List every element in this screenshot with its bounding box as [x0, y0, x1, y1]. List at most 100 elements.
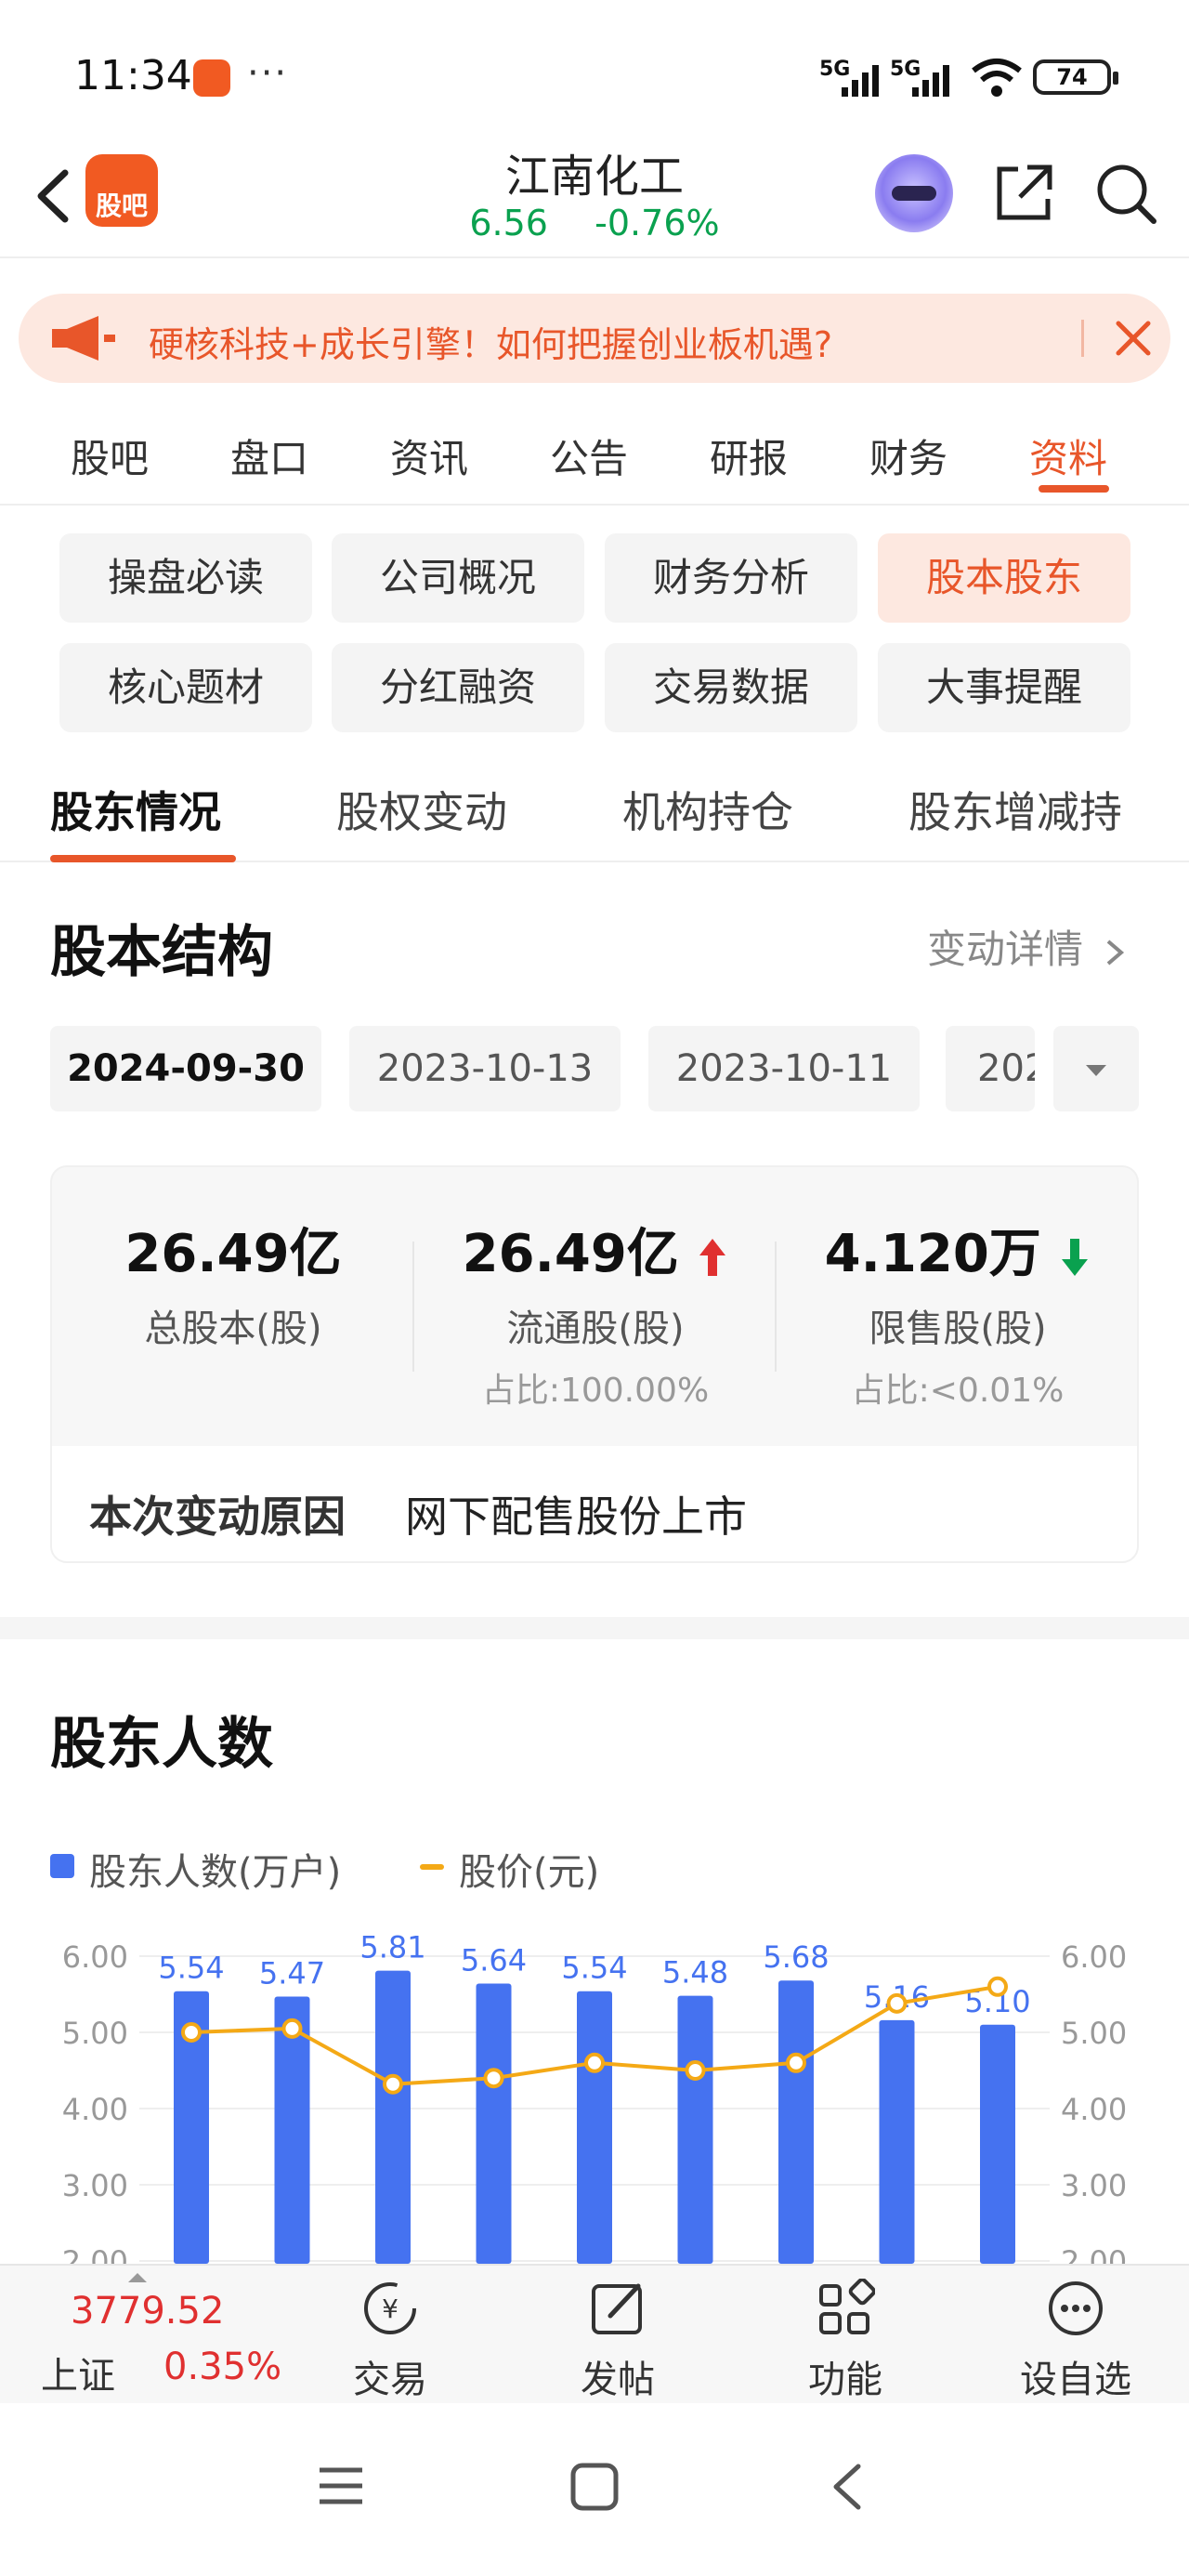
stat-total-label: 总股本(股): [144, 1308, 322, 1350]
banner-divider: [1081, 320, 1084, 357]
tab-finance[interactable]: 财务: [869, 427, 947, 484]
stock-name: 江南化工: [504, 151, 684, 203]
menu-chip-financial-analysis[interactable]: 财务分析: [605, 533, 857, 623]
subtab-institutions[interactable]: 机构持仓: [622, 779, 793, 840]
ai-assistant-avatar[interactable]: [875, 154, 953, 232]
apps-grid-icon: [819, 2279, 875, 2334]
y-tick-left: 4.00: [62, 2092, 128, 2127]
y-tick-left: 5.00: [62, 2016, 128, 2051]
search-icon[interactable]: [1092, 160, 1159, 227]
stock-price: 6.56: [469, 203, 548, 243]
change-details-link[interactable]: 变动详情: [927, 918, 1129, 975]
y-tick-left: 3.00: [62, 2168, 128, 2203]
bar: [980, 2024, 1015, 2264]
menu-chip-share-capital[interactable]: 股本股东: [878, 533, 1130, 623]
menu-chip-company-overview[interactable]: 公司概况: [332, 533, 584, 623]
back-icon[interactable]: [28, 164, 84, 229]
tab-guba[interactable]: 股吧: [71, 427, 149, 484]
caret-down-icon: [1086, 1065, 1106, 1076]
tab-announcement[interactable]: 公告: [550, 427, 628, 484]
menu-chip-events[interactable]: 大事提醒: [878, 643, 1130, 732]
status-time: 11:34: [74, 52, 192, 99]
app-notification-icon: [193, 59, 230, 97]
stock-quote: 6.56 -0.76%: [409, 203, 780, 243]
index-name: 上证: [41, 2355, 115, 2398]
tab-research[interactable]: 研报: [710, 427, 788, 484]
menu-icon[interactable]: [316, 2461, 366, 2511]
subtab-holding-changes[interactable]: 股东增减持: [908, 779, 1122, 840]
stat-float-pct: 占比:100.00%: [481, 1372, 710, 1410]
price-point: [987, 1976, 1008, 1997]
date-chip-3[interactable]: 2023-10-11: [648, 1026, 920, 1111]
stat-total-value: 26.49亿: [124, 1224, 342, 1284]
bar: [476, 1983, 512, 2264]
y-tick-left: 2.00: [62, 2244, 128, 2264]
y-tick-right: 2.00: [1061, 2244, 1127, 2264]
section-title-structure: 股本结构: [50, 920, 273, 985]
close-icon[interactable]: [1107, 312, 1159, 364]
menu-chip-trading-guide[interactable]: 操盘必读: [59, 533, 312, 623]
price-point: [886, 1992, 908, 2014]
nav-post[interactable]: 发帖: [543, 2266, 692, 2405]
arrow-down-icon: [1062, 1238, 1089, 1276]
section-title-holders: 股东人数: [50, 1712, 273, 1777]
tab-news[interactable]: 资讯: [390, 427, 468, 484]
change-details-label: 变动详情: [927, 927, 1084, 972]
promo-banner[interactable]: 硬核科技+成长引擎！如何把握创业板机遇?: [19, 294, 1170, 383]
change-reason-text: 网下配售股份上市: [405, 1492, 747, 1542]
megaphone-icon: [52, 316, 115, 361]
y-tick-right: 5.00: [1061, 2016, 1127, 2051]
date-chip-1[interactable]: 2024-09-30: [50, 1026, 321, 1111]
active-subtab-indicator: [50, 855, 236, 862]
nav-trade[interactable]: ¥ 交易: [316, 2266, 464, 2405]
date-chip-4[interactable]: 202: [946, 1026, 1035, 1111]
legend-line-label: 股价(元): [459, 1851, 600, 1894]
stat-float-value: 26.49亿: [414, 1212, 777, 1287]
bar-value-label: 5.48: [662, 1955, 728, 1991]
holders-chart: 6.00 6.00 5.00 5.00 4.00 4.00 3.00 3.00 2.00 2.00…: [62, 1930, 1127, 2264]
nav-add-watchlist-label: 设自选: [1020, 2359, 1131, 2401]
menu-chip-core-themes[interactable]: 核心题材: [59, 643, 312, 732]
svg-text:¥: ¥: [382, 2293, 399, 2324]
stat-total-shares: 26.49亿 总股本(股): [52, 1212, 414, 1352]
signal-bars-2-icon: [912, 65, 949, 97]
bar-value-label: 5.64: [461, 1943, 527, 1978]
bar: [879, 2019, 915, 2264]
menu-chip-trading-data[interactable]: 交易数据: [605, 643, 857, 732]
wifi-icon: [972, 59, 1022, 97]
back-nav-icon[interactable]: [827, 2461, 868, 2513]
bar: [778, 1980, 814, 2264]
bar: [577, 1991, 612, 2264]
guba-logo[interactable]: 股吧: [85, 154, 158, 227]
price-point: [483, 2068, 504, 2089]
date-chip-2[interactable]: 2023-10-13: [349, 1026, 621, 1111]
stock-header: 股吧 江南化工 6.56 -0.76%: [0, 139, 1189, 258]
price-point: [181, 2022, 202, 2043]
tab-profile[interactable]: 资料: [1029, 427, 1107, 484]
index-value: 3779.52: [71, 2290, 225, 2333]
home-icon[interactable]: [568, 2461, 621, 2513]
legend-bar-label: 股东人数(万户): [89, 1851, 342, 1894]
price-point: [685, 2060, 706, 2081]
nav-functions[interactable]: 功能: [771, 2266, 920, 2405]
signal-bars-icon: [842, 65, 879, 97]
menu-chip-dividends[interactable]: 分红融资: [332, 643, 584, 732]
subtab-shareholders[interactable]: 股东情况: [50, 779, 221, 840]
y-tick-right: 3.00: [1061, 2168, 1127, 2203]
legend-bar-swatch: [50, 1854, 74, 1878]
arrow-up-icon: [699, 1238, 726, 1276]
caret-up-icon: [128, 2273, 147, 2282]
bar-value-label: 5.54: [158, 1951, 224, 1986]
tab-pankou[interactable]: 盘口: [230, 427, 308, 484]
stat-float-shares: 26.49亿 流通股(股) 占比:100.00%: [414, 1212, 777, 1412]
nav-add-watchlist[interactable]: 设自选: [1001, 2266, 1150, 2405]
share-icon[interactable]: [990, 160, 1057, 227]
status-bar: 11:34 ··· 5G 5G 74: [0, 0, 1189, 139]
main-tabs: 股吧 盘口 资讯 公告 研报 财务 资料: [0, 400, 1189, 506]
more-notifications-icon: ···: [247, 52, 289, 95]
subtab-equity-change[interactable]: 股权变动: [336, 779, 507, 840]
index-change: 0.35%: [163, 2346, 282, 2388]
date-dropdown[interactable]: [1053, 1026, 1139, 1111]
section-separator: [0, 1617, 1189, 1639]
bar-value-label: 5.54: [561, 1951, 627, 1986]
